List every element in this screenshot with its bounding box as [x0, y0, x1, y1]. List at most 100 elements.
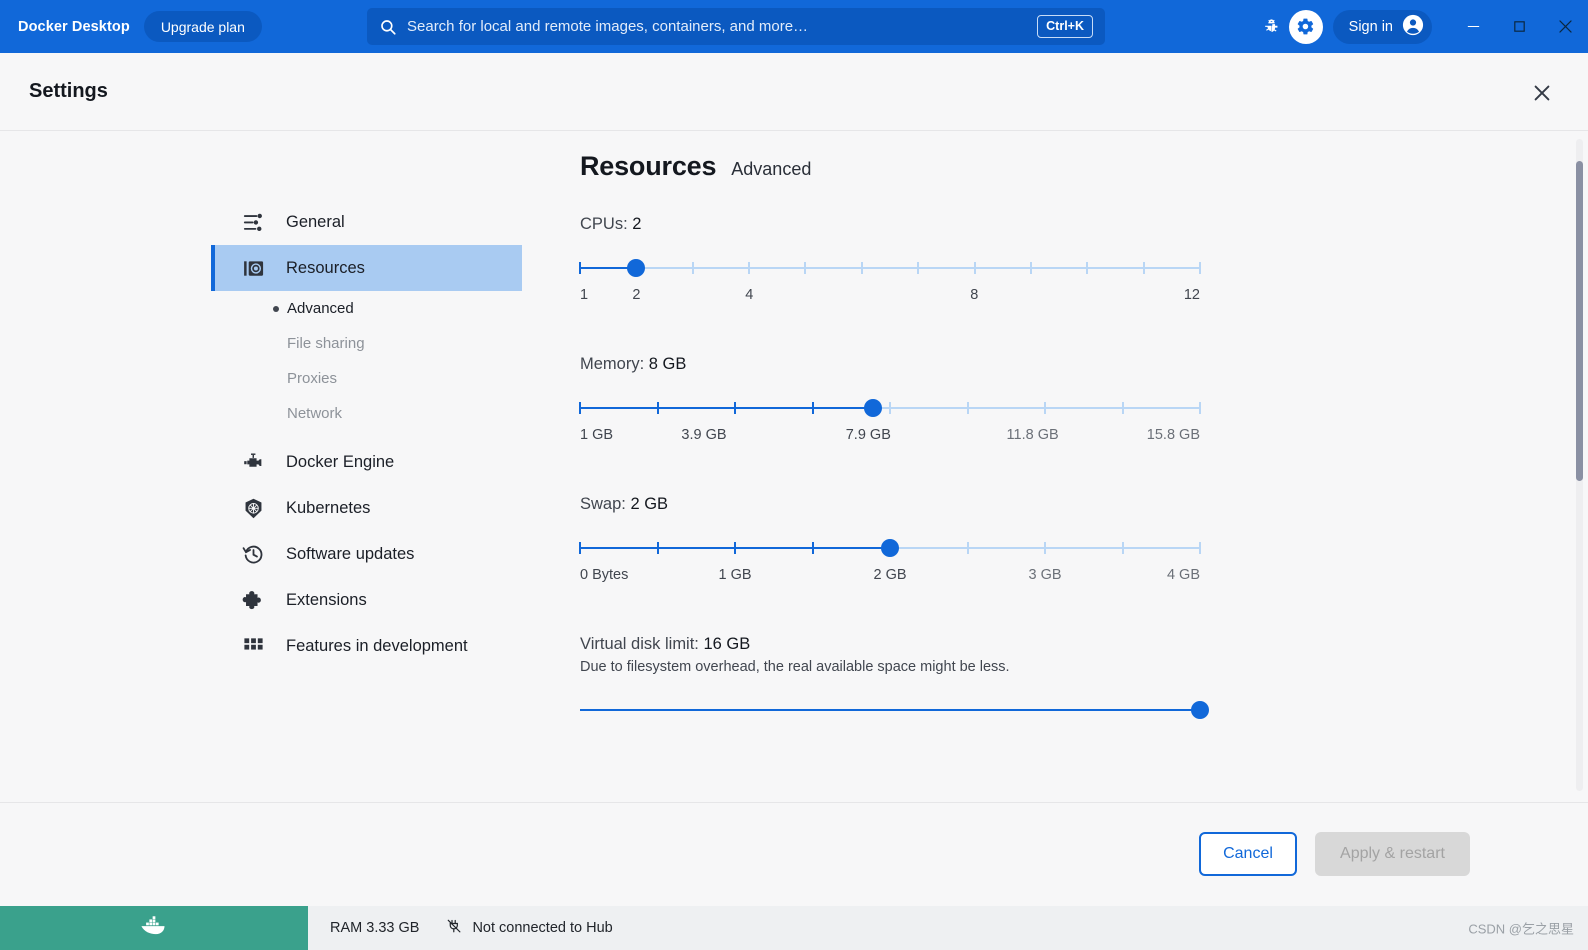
- slider-tick-label: 8: [970, 287, 979, 303]
- sidebar-item-general[interactable]: General: [211, 199, 522, 245]
- slider-block-memory: Memory: 8 GB 1 GB 3.9 GB 7.9 GB 11.8 GB 15.8 …: [579, 355, 1201, 449]
- sliders-container: CPUs: 2 1 2 4 8 12 Memory: 8 GB 1 GB 3.9 GB 7.9 G…: [579, 215, 1209, 719]
- ram-usage-label: RAM 3.33 GB: [330, 920, 420, 936]
- minimize-icon[interactable]: [1450, 0, 1496, 53]
- slider-virtual-disk-limit[interactable]: [580, 701, 1209, 719]
- settings-gear-icon[interactable]: [1288, 9, 1323, 44]
- sidebar-subitem-label: Proxies: [287, 370, 338, 387]
- maximize-icon[interactable]: [1496, 0, 1542, 53]
- slider-tick: [966, 402, 969, 414]
- slider-tick: [889, 402, 891, 414]
- hub-connection-label: Not connected to Hub: [472, 920, 613, 936]
- sidebar-subitem-advanced[interactable]: Advanced: [211, 291, 522, 326]
- cancel-button[interactable]: Cancel: [1199, 832, 1297, 876]
- sidebar-subitem-proxies[interactable]: Proxies: [211, 361, 522, 396]
- slider-tick: [860, 262, 863, 274]
- sidebar-subitem-label: File sharing: [287, 335, 365, 352]
- search-shortcut-badge: Ctrl+K: [1037, 15, 1093, 38]
- slider-tick-label: 1 GB: [580, 427, 614, 443]
- slider-label-prefix: Swap:: [580, 495, 631, 513]
- slider-thumb-memory[interactable]: [863, 399, 882, 417]
- slider-tick: [966, 542, 969, 554]
- sidebar-subitem-label: Advanced: [287, 300, 354, 317]
- slider-tick: [1199, 542, 1201, 554]
- sign-in-button[interactable]: Sign in: [1332, 9, 1432, 44]
- puzzle-icon: [240, 587, 266, 613]
- search-input[interactable]: [407, 18, 1038, 35]
- slider-tick: [973, 262, 976, 274]
- pane-title: Resources: [580, 151, 717, 181]
- slider-label-prefix: Virtual disk limit:: [580, 635, 704, 653]
- slider-thumb-swap[interactable]: [881, 539, 899, 557]
- slider-tick-label: 3 GB: [1028, 567, 1062, 583]
- slider-tick: [1086, 262, 1089, 274]
- slider-track-fill: [580, 407, 873, 409]
- slider-cpus[interactable]: [579, 259, 1201, 277]
- slider-tick: [579, 542, 581, 554]
- sidebar-item-resources[interactable]: Resources: [211, 245, 522, 291]
- sidebar-item-label: Resources: [286, 258, 365, 277]
- sign-in-label: Sign in: [1348, 18, 1393, 35]
- window-controls: [1450, 0, 1588, 53]
- sidebar-item-extensions[interactable]: Extensions: [211, 577, 522, 623]
- slider-block-cpus: CPUs: 2 1 2 4 8 12: [579, 215, 1201, 309]
- slider-tick-label: 4 GB: [1166, 567, 1200, 583]
- sidebar-item-label: Kubernetes: [286, 498, 371, 517]
- sidebar-item-features-in-development[interactable]: Features in development: [211, 623, 522, 669]
- bug-icon[interactable]: [1255, 10, 1289, 44]
- slider-tick-label: 1 GB: [718, 567, 752, 583]
- slider-tick-label: 7.9 GB: [845, 427, 891, 443]
- bullet-icon: [273, 305, 279, 312]
- slider-tick: [579, 402, 581, 414]
- apply-and-restart-button: Apply & restart: [1315, 832, 1470, 876]
- sidebar-subitem-network[interactable]: Network: [211, 396, 522, 431]
- slider-tick: [691, 262, 694, 274]
- slider-tick-label: 3.9 GB: [681, 427, 727, 443]
- slider-label-memory: Memory: 8 GB: [580, 355, 1200, 374]
- slider-value-text: 2: [632, 215, 642, 233]
- docker-status-indicator[interactable]: [0, 906, 308, 950]
- sidebar-item-docker-engine[interactable]: Docker Engine: [211, 439, 522, 485]
- upgrade-plan-button[interactable]: Upgrade plan: [143, 11, 262, 42]
- history-icon: [240, 541, 266, 567]
- sidebar-item-kubernetes[interactable]: Kubernetes: [211, 485, 522, 531]
- grid-icon: [240, 633, 266, 659]
- settings-header: Settings: [0, 53, 1588, 131]
- slider-value-text: 16 GB: [703, 635, 751, 653]
- slider-tick: [734, 402, 736, 414]
- slider-tick: [804, 262, 807, 274]
- slider-block-virtual-disk-limit: Virtual disk limit: 16 GB Due to filesyst…: [580, 635, 1209, 719]
- slider-tick: [1199, 262, 1201, 274]
- close-window-icon[interactable]: [1542, 0, 1588, 53]
- sliders-icon: [240, 209, 266, 235]
- slider-tick: [1121, 402, 1124, 414]
- close-settings-button[interactable]: [1523, 74, 1561, 112]
- sidebar-item-software-updates[interactable]: Software updates: [211, 531, 522, 577]
- kubernetes-icon: [240, 495, 266, 521]
- global-search[interactable]: Ctrl+K: [367, 8, 1105, 45]
- slider-thumb-virtual-disk-limit[interactable]: [1191, 701, 1209, 719]
- account-avatar-icon: [1402, 14, 1424, 40]
- docker-whale-icon: [139, 915, 169, 941]
- slider-label-swap: Swap: 2 GB: [580, 495, 1200, 514]
- slider-value-text: 2 GB: [630, 495, 669, 513]
- slider-tick-label: 0 Bytes: [580, 567, 629, 583]
- slider-label-prefix: Memory:: [580, 355, 649, 373]
- slider-tick: [811, 402, 814, 414]
- slider-thumb-cpus[interactable]: [627, 259, 646, 277]
- pane-subtitle: Advanced: [731, 159, 812, 179]
- slider-tick: [917, 262, 920, 274]
- slider-track-fill: [580, 709, 1200, 711]
- page-title: Settings: [29, 80, 108, 102]
- sidebar-subitem-file-sharing[interactable]: File sharing: [211, 326, 522, 361]
- slider-tick: [734, 542, 736, 554]
- sidebar-subitem-label: Network: [287, 405, 343, 422]
- slider-tick-label: 15.8 GB: [1146, 427, 1200, 443]
- slider-label-cpus: CPUs: 2: [580, 215, 1200, 234]
- slider-tick: [656, 402, 659, 414]
- slider-memory[interactable]: [579, 399, 1201, 417]
- pane-header: Resources Advanced: [580, 151, 1200, 182]
- settings-scrollbar-thumb[interactable]: [1576, 161, 1583, 481]
- slider-swap[interactable]: [579, 539, 1201, 557]
- slider-tick-label: 1: [580, 287, 589, 303]
